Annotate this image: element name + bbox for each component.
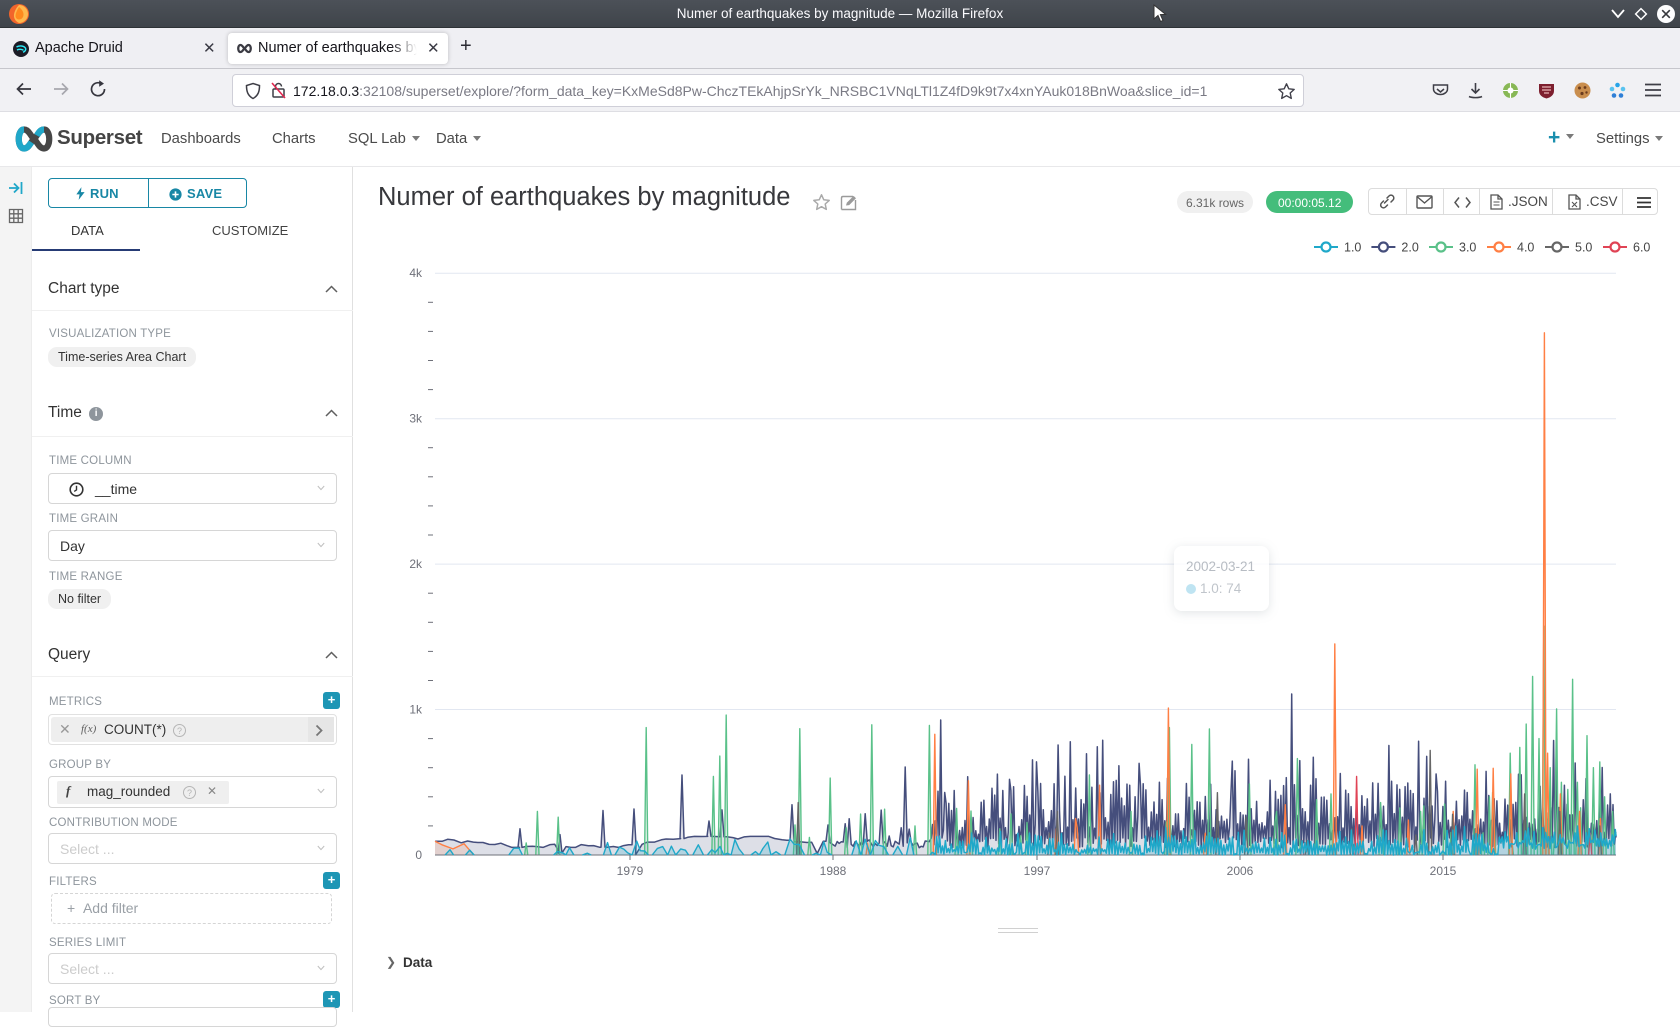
- svg-text:6.0: 6.0: [1633, 241, 1650, 255]
- svg-text:1k: 1k: [409, 703, 423, 717]
- svg-text:1979: 1979: [617, 864, 644, 878]
- svg-text:5.0: 5.0: [1575, 241, 1592, 255]
- svg-text:1997: 1997: [1024, 864, 1051, 878]
- svg-text:3k: 3k: [409, 412, 423, 426]
- svg-text:2k: 2k: [409, 557, 423, 571]
- svg-text:2.0: 2.0: [1401, 241, 1418, 255]
- svg-text:2015: 2015: [1430, 864, 1457, 878]
- svg-text:0: 0: [415, 848, 422, 862]
- svg-text:1988: 1988: [820, 864, 847, 878]
- svg-text:3.0: 3.0: [1459, 241, 1476, 255]
- svg-text:4.0: 4.0: [1517, 241, 1534, 255]
- svg-text:4k: 4k: [409, 266, 423, 280]
- svg-text:1.0: 1.0: [1344, 241, 1361, 255]
- svg-text:2006: 2006: [1227, 864, 1254, 878]
